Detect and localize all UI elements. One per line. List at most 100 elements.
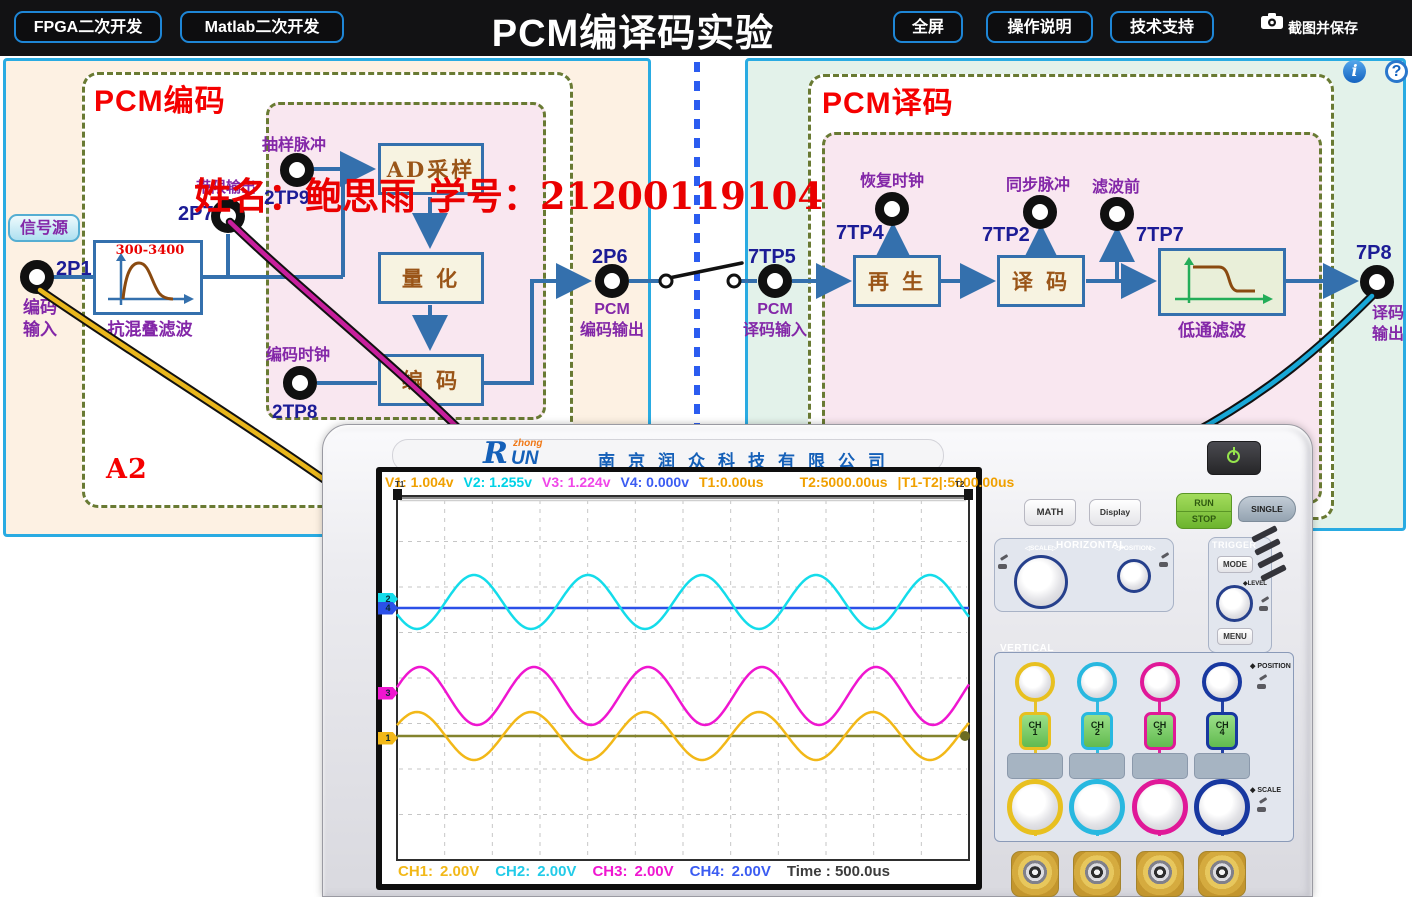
jack-2p1-label: 2P1: [56, 258, 92, 281]
quantize-block: 量 化: [378, 252, 484, 304]
ch2-bnc-input[interactable]: [1073, 851, 1121, 897]
single-button[interactable]: SINGLE: [1238, 496, 1296, 522]
ch2-scale-knob[interactable]: [1069, 779, 1125, 835]
ch2-pad: [1069, 753, 1125, 779]
time-base-label: Time : 500.0us: [787, 863, 890, 880]
titlebar: FPGA二次开发 Matlab二次开发 PCM编译码实验 全屏 操作说明 技术支…: [0, 0, 1412, 56]
jack-2tp8[interactable]: [283, 366, 317, 400]
signal-source-button[interactable]: 信号源: [8, 214, 80, 242]
student-info-overlay: 姓名：鲍思雨 学号：21200119104: [194, 166, 823, 220]
lowpass-filter-block: [1158, 248, 1286, 316]
horizontal-position-knob[interactable]: [1117, 559, 1151, 593]
push-icon: [1256, 799, 1268, 814]
ch1-bnc-input[interactable]: [1011, 851, 1059, 897]
push-icon: [997, 556, 1009, 571]
lowpass-curve-icon: [1161, 251, 1283, 313]
encode-input-label: 编码 输入: [14, 297, 66, 341]
pcm-decode-input-label: PCM 译码输入: [735, 300, 815, 342]
jack-2p6[interactable]: [595, 264, 629, 298]
ch4-pad: [1194, 753, 1250, 779]
jack-7tp4-label: 7TP4: [836, 222, 884, 245]
instructions-button[interactable]: 操作说明: [986, 11, 1093, 43]
ch1-scale-knob[interactable]: [1007, 779, 1063, 835]
encode-block: 编 码: [378, 354, 484, 406]
vertical-scale-label: ◆ SCALE: [1250, 786, 1281, 794]
waveform-display: [382, 472, 976, 884]
jack-7tp7-label: 7TP7: [1136, 224, 1184, 247]
trigger-level-knob[interactable]: [1216, 585, 1253, 622]
jack-7p8[interactable]: [1360, 265, 1394, 299]
push-icon: [1158, 554, 1170, 569]
ch2-scale: CH2:2.00V: [495, 863, 576, 880]
jack-7tp5[interactable]: [758, 264, 792, 298]
board-label: A2: [106, 454, 148, 485]
info-icon[interactable]: i: [1343, 60, 1366, 83]
run-stop-button[interactable]: RUN STOP: [1176, 493, 1232, 529]
encode-clock-label: 编码时钟: [266, 346, 330, 367]
camera-icon[interactable]: [1260, 12, 1284, 30]
filter-name-label: 抗混叠滤波: [100, 319, 200, 341]
jack-7tp4[interactable]: [875, 192, 909, 226]
horizontal-scale-label: ◁SCALE▷: [1012, 544, 1070, 552]
help-icon[interactable]: ?: [1385, 60, 1408, 83]
jack-7tp7[interactable]: [1100, 197, 1134, 231]
pre-filter-label: 滤波前: [1092, 178, 1140, 199]
ch4-bnc-input[interactable]: [1198, 851, 1246, 897]
brand-logo-r: R: [483, 436, 508, 471]
horizontal-scale-knob[interactable]: [1014, 555, 1068, 609]
sync-pulse-label: 同步脉冲: [1006, 176, 1070, 197]
ch1-pad: [1007, 753, 1063, 779]
fullscreen-button[interactable]: 全屏: [893, 11, 963, 43]
patch-switch[interactable]: [660, 263, 742, 287]
vertical-position-label: ◆ POSITION: [1250, 662, 1291, 670]
decoder-title: PCM译码: [822, 78, 954, 122]
ch1-position-knob[interactable]: [1015, 662, 1055, 702]
jack-7p8-label: 7P8: [1356, 242, 1392, 265]
ch3-pad: [1132, 753, 1188, 779]
lowpass-name-label: 低通滤波: [1178, 320, 1246, 342]
jack-7tp2-label: 7TP2: [982, 224, 1030, 247]
channel-readout-row: CH1:2.00V CH2:2.00V CH3:2.00V CH4:2.00V …: [398, 863, 964, 880]
ch4-position-knob[interactable]: [1202, 662, 1242, 702]
ch3-enable-button[interactable]: CH3: [1144, 712, 1176, 750]
push-icon: [1258, 598, 1270, 613]
horizontal-position-label: ◁POSITION▷: [1104, 544, 1166, 552]
fpga-dev-button[interactable]: FPGA二次开发: [14, 11, 162, 43]
ch3-bnc-input[interactable]: [1136, 851, 1184, 897]
display-button[interactable]: Display: [1089, 499, 1141, 526]
ch4-scale-knob[interactable]: [1194, 779, 1250, 835]
cursor-t1-marker[interactable]: T1: [395, 480, 404, 489]
screenshot-save-button[interactable]: 截图并保存: [1288, 18, 1358, 38]
trigger-menu-button[interactable]: MENU: [1217, 628, 1253, 645]
power-button[interactable]: [1207, 441, 1261, 475]
decode-block: 译 码: [997, 255, 1085, 307]
pcm-codec-app: FPGA二次开发 Matlab二次开发 PCM编译码实验 全屏 操作说明 技术支…: [0, 0, 1412, 897]
power-icon: [1227, 450, 1240, 463]
ch3-scale: CH3:2.00V: [592, 863, 673, 880]
trigger-mode-button[interactable]: MODE: [1217, 556, 1253, 573]
math-button[interactable]: MATH: [1024, 499, 1076, 526]
trigger-level-label: ◆LEVEL: [1243, 580, 1267, 587]
jack-2p1[interactable]: [20, 260, 54, 294]
matlab-dev-button[interactable]: Matlab二次开发: [180, 11, 344, 43]
cursor-t2-marker[interactable]: T2: [955, 480, 964, 489]
ch1-scale: CH1:2.00V: [398, 863, 479, 880]
regenerate-block: 再 生: [853, 255, 941, 307]
encoder-title: PCM编码: [94, 76, 226, 120]
panel-divider: [694, 62, 700, 424]
pcm-encode-output-label: PCM 编码输出: [570, 300, 654, 342]
ch4-enable-button[interactable]: CH4: [1206, 712, 1238, 750]
ch3-scale-knob[interactable]: [1132, 779, 1188, 835]
trigger-section-label: TRIGGER: [1212, 540, 1257, 550]
ch1-enable-button[interactable]: CH1: [1019, 712, 1051, 750]
recovered-clock-label: 恢复时钟: [860, 172, 924, 193]
decode-output-label: 译码 输出: [1364, 304, 1412, 346]
tech-support-button[interactable]: 技术支持: [1110, 11, 1214, 43]
ch4-scale: CH4:2.00V: [690, 863, 771, 880]
page-title: PCM编译码实验: [468, 2, 798, 57]
ch2-enable-button[interactable]: CH2: [1081, 712, 1113, 750]
push-icon: [1256, 676, 1268, 691]
ch3-position-knob[interactable]: [1140, 662, 1180, 702]
filter-band-label: 300-3400: [105, 243, 195, 258]
jack-2tp8-label: 2TP8: [272, 402, 317, 424]
